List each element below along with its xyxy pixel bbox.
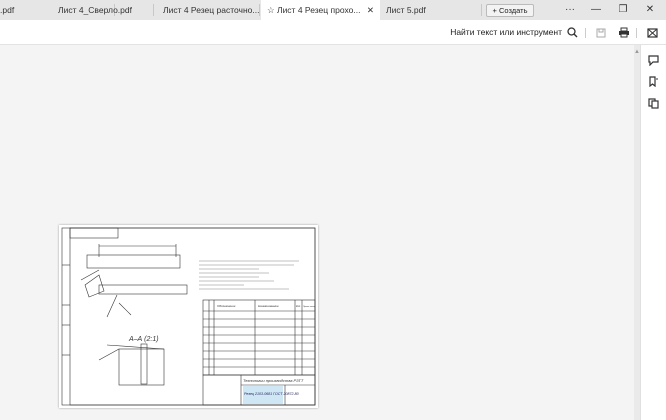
close-window-icon[interactable]: ✕ — [640, 0, 660, 20]
save-icon[interactable] — [596, 28, 606, 38]
technical-drawing: А–А (2:1) Технологии производства РЗТТ Р… — [61, 227, 316, 406]
divider — [481, 4, 482, 16]
table-header: Наименование — [258, 304, 279, 308]
pdf-page: А–А (2:1) Технологии производства РЗТТ Р… — [59, 225, 318, 408]
part-name: Резец 2103-0681 ГОСТ 20872-80 — [244, 392, 299, 396]
tab-sverlo[interactable]: Лист 4_Сверло.pdf — [52, 4, 154, 16]
drawing-title: Технологии производства РЗТТ — [243, 378, 304, 383]
tab-prohod[interactable]: ☆ Лист 4 Резец прохо... ✕ — [261, 0, 380, 20]
right-sidebar — [640, 45, 666, 420]
table-header: Обозначение — [217, 304, 236, 308]
tab-label: Лист 4 Резец расточно... — [163, 5, 260, 15]
table-header: Кол. — [296, 305, 301, 308]
create-button[interactable]: + Создать — [486, 4, 534, 17]
section-label: А–А (2:1) — [128, 336, 159, 343]
find-tool-input[interactable]: Найти текст или инструмент — [450, 27, 562, 37]
close-tab-icon[interactable]: ✕ — [367, 0, 374, 20]
pages-icon[interactable] — [648, 98, 659, 109]
tab-bar: .pdf Лист 4_Сверло.pdf Лист 4 Резец раст… — [0, 0, 666, 20]
divider — [636, 28, 637, 38]
bookmarks-icon[interactable] — [648, 76, 659, 87]
comments-icon[interactable] — [648, 55, 659, 66]
divider — [585, 28, 586, 38]
tab-label: Лист 5.pdf — [386, 5, 426, 15]
print-icon[interactable] — [618, 27, 630, 38]
more-icon[interactable]: ··· — [560, 0, 580, 20]
toolbar: Найти текст или инструмент — [0, 20, 666, 45]
tab-rasto[interactable]: Лист 4 Резец расточно... — [157, 4, 260, 16]
tab-label: Лист 4_Сверло.pdf — [58, 5, 132, 15]
restore-icon[interactable]: ❐ — [613, 0, 633, 20]
star-icon[interactable]: ☆ — [267, 5, 277, 15]
table-header: Приме-чание — [303, 306, 316, 308]
tab-label: Лист 4 Резец прохо... — [276, 5, 361, 15]
search-icon[interactable] — [567, 27, 578, 38]
minimize-icon[interactable]: — — [586, 0, 606, 20]
tab-list5[interactable]: Лист 5.pdf — [380, 0, 480, 20]
mail-icon[interactable] — [647, 28, 658, 38]
tab-label: .pdf — [0, 5, 15, 15]
